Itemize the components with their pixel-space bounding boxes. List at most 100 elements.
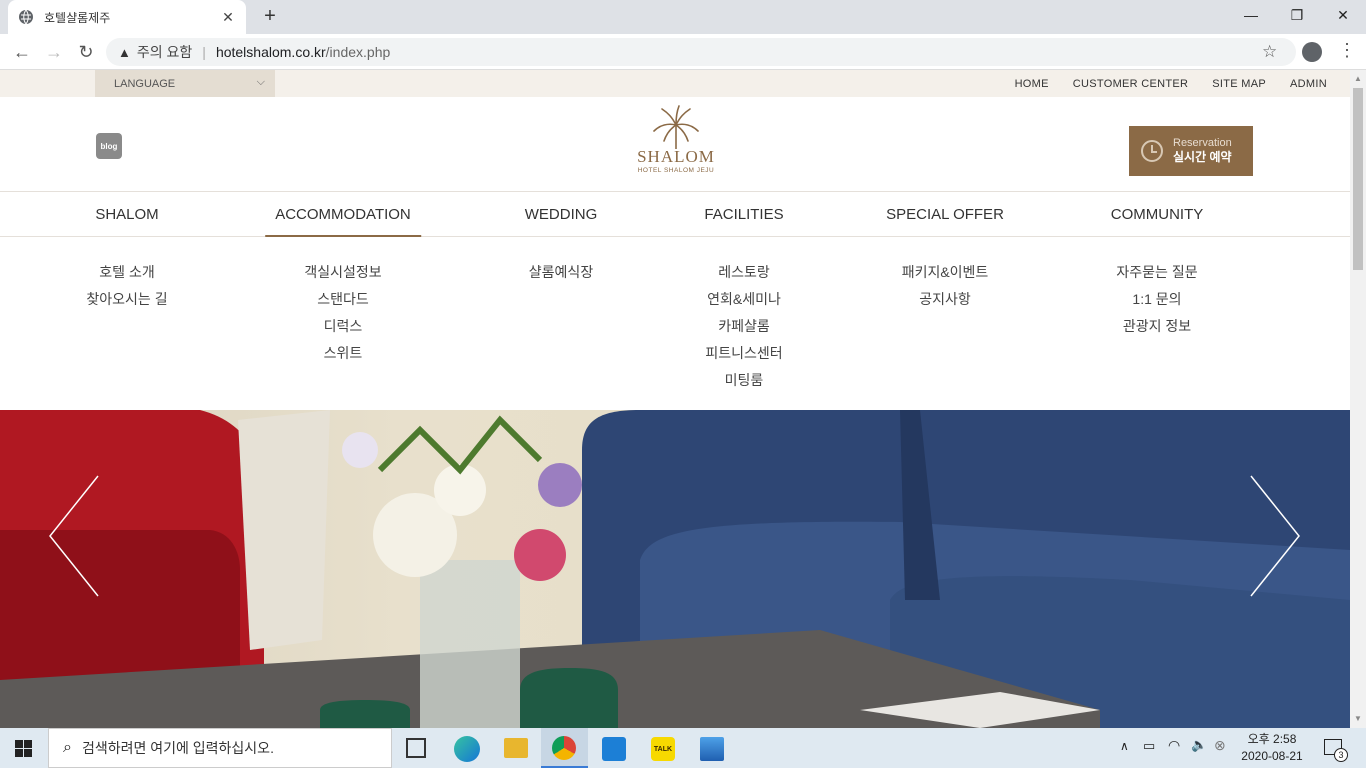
main-nav: SHALOM ACCOMMODATION WEDDING FACILITIES … xyxy=(0,192,1350,237)
submenu-item[interactable]: 샬롬예식장 xyxy=(529,262,593,289)
submenu-item[interactable]: 카페샬롬 xyxy=(705,316,782,343)
submenu-accommodation: 객실시설정보 스탠다드 디럭스 스위트 xyxy=(304,262,381,370)
submenu-item[interactable]: 피트니스센터 xyxy=(705,343,782,370)
chevron-down-icon: ⌵ xyxy=(256,76,265,88)
globe-icon xyxy=(19,9,33,25)
nav-community[interactable]: COMMUNITY xyxy=(1111,192,1204,237)
nav-accommodation[interactable]: ACCOMMODATION xyxy=(265,192,421,237)
submenu-item[interactable]: 찾아오시는 길 xyxy=(86,289,167,316)
new-tab-button[interactable]: + xyxy=(258,5,282,29)
submenu-item[interactable]: 공지사항 xyxy=(902,289,989,316)
photos-icon[interactable] xyxy=(700,737,724,761)
palm-leaf-icon xyxy=(653,105,699,149)
logo-text: SHALOM xyxy=(637,147,715,166)
volume-icon[interactable]: 🔈 xyxy=(1191,737,1207,753)
tab-close-icon[interactable]: ✕ xyxy=(220,9,236,26)
clock-icon xyxy=(1141,140,1163,162)
security-status: 주의 요함 xyxy=(136,44,193,60)
slider-prev-arrow-icon[interactable] xyxy=(48,474,100,598)
submenu-item[interactable]: 스위트 xyxy=(304,343,381,370)
hero-slider xyxy=(0,410,1350,728)
chevron-up-icon[interactable]: ∧ xyxy=(1120,739,1129,753)
reservation-button[interactable]: Reservation 실시간 예약 xyxy=(1129,126,1253,176)
tab-title: 호텔샬롬제주 xyxy=(44,10,111,25)
submenu-community: 자주묻는 질문 1:1 문의 관광지 정보 xyxy=(1116,262,1197,343)
utility-bar: LANGUAGE ⌵ HOME CUSTOMER CENTER SITE MAP… xyxy=(0,70,1350,97)
site-header: blog SHALOM HOTEL SHALOM JEJU Reservatio… xyxy=(0,97,1350,192)
logo-subtitle: HOTEL SHALOM JEJU xyxy=(637,167,715,174)
site-logo[interactable]: SHALOM HOTEL SHALOM JEJU xyxy=(628,105,724,185)
maximize-button[interactable]: ❐ xyxy=(1274,0,1320,30)
kakaotalk-icon[interactable]: TALK xyxy=(651,737,675,761)
vscode-icon[interactable] xyxy=(602,737,626,761)
submenu-item[interactable]: 자주묻는 질문 xyxy=(1116,262,1197,289)
nav-wedding[interactable]: WEDDING xyxy=(525,192,598,237)
reservation-label-ko: 실시간 예약 xyxy=(1173,150,1232,164)
submenu-item[interactable]: 스탠다드 xyxy=(304,289,381,316)
minimize-button[interactable]: — xyxy=(1228,0,1274,30)
submenu-item[interactable]: 호텔 소개 xyxy=(86,262,167,289)
submenu-item[interactable]: 객실시설정보 xyxy=(304,262,381,289)
more-menu-icon[interactable]: ⋮ xyxy=(1338,40,1356,61)
submenu-facilities: 레스토랑 연회&세미나 카페샬롬 피트니스센터 미팅룸 xyxy=(705,262,782,397)
page-scrollbar[interactable]: ▲ ▼ xyxy=(1350,70,1366,728)
windows-start-icon[interactable] xyxy=(15,740,32,757)
nav-facilities[interactable]: FACILITIES xyxy=(704,192,783,237)
bookmark-star-icon[interactable]: ☆ xyxy=(1262,42,1277,62)
mega-submenu: 호텔 소개 찾아오시는 길 객실시설정보 스탠다드 디럭스 스위트 샬롬예식장 … xyxy=(0,238,1350,410)
reservation-label-en: Reservation xyxy=(1173,137,1232,149)
forward-arrow-icon[interactable]: → xyxy=(42,40,66,64)
taskbar-search-box[interactable]: ⌕ 검색하려면 여기에 입력하십시오. xyxy=(48,728,392,768)
window-close-button[interactable]: ✕ xyxy=(1320,0,1366,30)
blog-icon[interactable]: blog xyxy=(96,133,122,159)
account-avatar-icon[interactable] xyxy=(1302,42,1322,62)
web-page: LANGUAGE ⌵ HOME CUSTOMER CENTER SITE MAP… xyxy=(0,70,1350,728)
submenu-item[interactable]: 관광지 정보 xyxy=(1116,316,1197,343)
slider-next-arrow-icon[interactable] xyxy=(1249,474,1301,598)
scroll-down-icon[interactable]: ▼ xyxy=(1354,714,1362,723)
scroll-up-icon[interactable]: ▲ xyxy=(1354,74,1362,83)
browser-tab[interactable]: 호텔샬롬제주 ✕ xyxy=(8,0,246,34)
language-label: LANGUAGE xyxy=(114,77,176,90)
nav-special-offer[interactable]: SPECIAL OFFER xyxy=(886,192,1004,237)
clock-time: 오후 2:58 xyxy=(1247,732,1297,746)
language-select[interactable]: LANGUAGE ⌵ xyxy=(95,70,275,97)
divider: | xyxy=(202,44,206,60)
chrome-taskbar-button[interactable] xyxy=(541,728,588,768)
url-host: hotelshalom.co.kr xyxy=(215,44,326,60)
submenu-shalom: 호텔 소개 찾아오시는 길 xyxy=(86,262,167,316)
battery-icon[interactable]: ▭ xyxy=(1143,738,1155,754)
address-bar-row: ← → ↻ ▲ 주의 요함 | hotelshalom.co.kr/index.… xyxy=(0,34,1366,70)
reload-icon[interactable]: ↻ xyxy=(74,40,98,64)
search-icon: ⌕ xyxy=(63,739,72,756)
submenu-item[interactable]: 패키지&이벤트 xyxy=(902,262,989,289)
submenu-item[interactable]: 디럭스 xyxy=(304,316,381,343)
admin-link[interactable]: ADMIN xyxy=(1290,78,1327,90)
submenu-item[interactable]: 연회&세미나 xyxy=(705,289,782,316)
submenu-special-offer: 패키지&이벤트 공지사항 xyxy=(902,262,989,316)
clock[interactable]: 오후 2:58 2020-08-21 xyxy=(1238,731,1306,765)
scrollbar-thumb[interactable] xyxy=(1353,88,1363,270)
submenu-item[interactable]: 레스토랑 xyxy=(705,262,782,289)
file-explorer-icon[interactable] xyxy=(504,738,528,758)
warning-icon: ▲ xyxy=(118,44,131,60)
taskbar: ⌕ 검색하려면 여기에 입력하십시오. TALK ∧ ▭ ◠ 🔈 ⊗ 오후 2:… xyxy=(0,728,1366,768)
url-field[interactable]: ▲ 주의 요함 | hotelshalom.co.kr/index.php xyxy=(106,38,1296,66)
submenu-item[interactable]: 1:1 문의 xyxy=(1116,289,1197,316)
browser-tab-strip: 호텔샬롬제주 ✕ + — ❐ ✕ xyxy=(0,0,1366,34)
back-arrow-icon[interactable]: ← xyxy=(10,40,34,64)
chrome-icon xyxy=(552,736,576,760)
nav-shalom[interactable]: SHALOM xyxy=(95,192,158,237)
task-view-icon[interactable] xyxy=(406,738,426,758)
site-map-link[interactable]: SITE MAP xyxy=(1212,78,1266,90)
notification-badge: 3 xyxy=(1334,748,1348,762)
home-link[interactable]: HOME xyxy=(1015,78,1049,90)
customer-center-link[interactable]: CUSTOMER CENTER xyxy=(1073,78,1189,90)
network-off-icon[interactable]: ⊗ xyxy=(1214,737,1226,754)
submenu-wedding: 샬롬예식장 xyxy=(529,262,593,289)
clock-date: 2020-08-21 xyxy=(1241,749,1303,763)
url-path: /index.php xyxy=(325,44,391,60)
edge-icon[interactable] xyxy=(454,736,480,762)
wifi-icon[interactable]: ◠ xyxy=(1168,737,1180,754)
submenu-item[interactable]: 미팅룸 xyxy=(705,370,782,397)
